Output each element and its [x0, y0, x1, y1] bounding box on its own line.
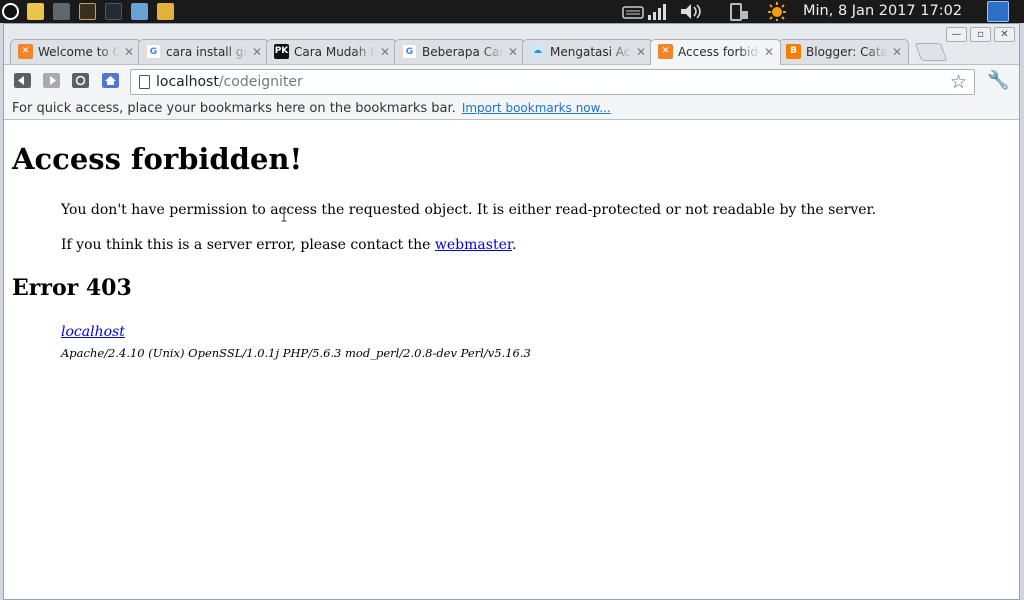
contact-text: If you think this is a server error, ple… — [61, 237, 435, 253]
tab-close-icon[interactable]: ✕ — [252, 44, 262, 60]
localhost-link[interactable]: localhost — [61, 324, 125, 340]
import-bookmarks-link[interactable]: Import bookmarks now... — [462, 101, 611, 115]
google-icon: G — [146, 44, 161, 59]
screenshot-icon[interactable] — [131, 3, 148, 20]
terminal-dark-icon[interactable] — [105, 3, 122, 20]
tab-title: Blogger: Catatan — [806, 44, 888, 60]
url-text[interactable]: localhost/codeigniter — [156, 74, 303, 91]
tab-title: Mengatasi Access — [550, 44, 632, 60]
terminal-icon[interactable] — [79, 3, 96, 20]
address-bar[interactable]: localhost/codeigniter ☆ — [130, 69, 975, 95]
forward-arrow-icon[interactable] — [43, 73, 60, 88]
tab-close-icon[interactable]: ✕ — [508, 44, 518, 60]
tab-mengatasi-access[interactable]: ☁ Mengatasi Access ✕ — [522, 39, 653, 64]
url-host: localhost — [156, 74, 219, 90]
tab-blogger[interactable]: B Blogger: Catatan ✕ — [778, 39, 909, 64]
bookmarks-bar: For quick access, place your bookmarks h… — [4, 97, 1019, 120]
xampp-icon: ✕ — [18, 44, 33, 59]
webmaster-link[interactable]: webmaster — [435, 237, 512, 253]
page-heading: Access forbidden! — [12, 142, 303, 176]
signal-icon[interactable] — [647, 2, 667, 21]
back-arrow-icon[interactable] — [14, 73, 31, 88]
tab-access-forbidden[interactable]: ✕ Access forbidden! ✕ — [650, 39, 781, 65]
tab-cara-install[interactable]: G cara install gin ✕ — [138, 39, 269, 64]
tab-title: Beberapa Cara — [422, 44, 504, 60]
tab-title: Welcome to CodeIgniter — [38, 44, 120, 60]
text-cursor-icon — [281, 208, 287, 222]
google-icon: G — [402, 44, 417, 59]
tab-close-icon[interactable]: ✕ — [892, 44, 902, 60]
cloud-icon: ☁ — [530, 44, 545, 59]
volume-icon[interactable] — [679, 2, 705, 21]
permission-paragraph: You don't have permission to access the … — [61, 202, 877, 218]
system-panel: Min, 8 Jan 2017 17:02 — [0, 0, 1024, 23]
server-signature: Apache/2.4.10 (Unix) OpenSSL/1.0.1j PHP/… — [61, 346, 531, 360]
contact-period: . — [512, 237, 517, 253]
error-heading: Error 403 — [12, 275, 132, 301]
page-content: Access forbidden! You don't have permiss… — [4, 120, 1019, 599]
tab-title: Access forbidden! — [678, 44, 760, 60]
tab-close-icon[interactable]: ✕ — [764, 44, 774, 60]
contact-paragraph: If you think this is a server error, ple… — [61, 237, 516, 253]
wrench-menu-icon[interactable]: 🔧 — [987, 71, 1009, 91]
folder-icon[interactable] — [157, 3, 174, 20]
browser-toolbar: localhost/codeigniter ☆ 🔧 — [4, 64, 1019, 97]
blogger-icon: B — [786, 44, 801, 59]
url-path: /codeigniter — [218, 74, 303, 90]
tab-close-icon[interactable]: ✕ — [380, 44, 390, 60]
tab-close-icon[interactable]: ✕ — [124, 44, 134, 60]
xampp-icon: ✕ — [658, 44, 673, 59]
tab-title: Cara Mudah Install — [294, 44, 376, 60]
new-tab-button[interactable] — [914, 43, 948, 61]
tab-strip: ✕ Welcome to CodeIgniter ✕ G cara instal… — [10, 39, 1010, 65]
desktop-switch-icon[interactable] — [987, 1, 1009, 22]
reload-icon[interactable] — [72, 73, 89, 88]
eye-icon[interactable] — [53, 3, 70, 20]
tab-title: cara install gin — [166, 44, 248, 60]
notes-icon[interactable] — [27, 3, 44, 20]
keyboard-icon[interactable] — [622, 2, 644, 21]
home-icon[interactable] — [102, 73, 119, 88]
tab-beberapa-cara[interactable]: G Beberapa Cara ✕ — [394, 39, 525, 64]
opera-icon[interactable] — [2, 3, 19, 20]
page-icon — [139, 75, 150, 89]
battery-icon[interactable] — [728, 2, 750, 21]
browser-window: — ▫ ✕ ✕ Welcome to CodeIgniter ✕ G cara … — [3, 23, 1020, 600]
pk-icon: PK — [274, 44, 289, 59]
tab-cara-mudah[interactable]: PK Cara Mudah Install ✕ — [266, 39, 397, 64]
weather-sun-icon[interactable] — [766, 2, 788, 21]
clock[interactable]: Min, 8 Jan 2017 17:02 — [803, 2, 962, 21]
bookmarks-bar-message: For quick access, place your bookmarks h… — [12, 101, 456, 116]
tab-close-icon[interactable]: ✕ — [636, 44, 646, 60]
tab-welcome-codeigniter[interactable]: ✕ Welcome to CodeIgniter ✕ — [10, 39, 141, 64]
bookmark-star-icon[interactable]: ☆ — [950, 71, 967, 93]
